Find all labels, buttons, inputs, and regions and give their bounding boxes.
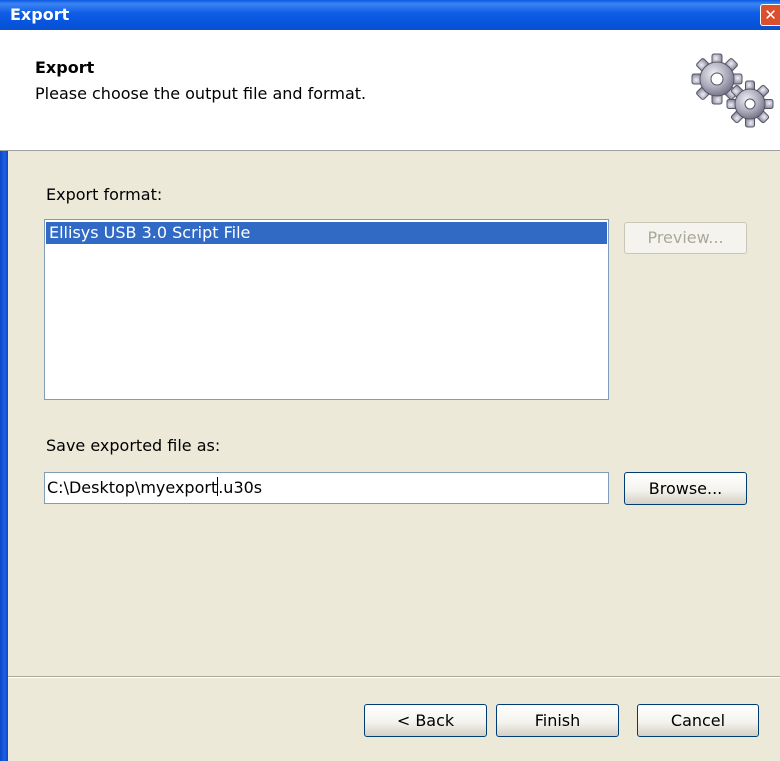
- close-icon: ✕: [764, 6, 777, 24]
- export-format-list[interactable]: Ellisys USB 3.0 Script File: [44, 219, 609, 400]
- browse-button[interactable]: Browse...: [624, 472, 747, 505]
- path-text-before-caret: C:\Desktop\myexport: [47, 478, 218, 497]
- finish-button[interactable]: Finish: [496, 704, 619, 737]
- window-title: Export: [10, 5, 70, 24]
- save-as-label: Save exported file as:: [46, 436, 221, 455]
- path-text-after-caret: .u30s: [218, 478, 263, 497]
- footer-separator: [8, 676, 780, 678]
- cancel-button[interactable]: Cancel: [637, 704, 759, 737]
- title-bar[interactable]: Export ✕: [0, 0, 780, 30]
- export-format-label: Export format:: [46, 185, 163, 204]
- preview-button[interactable]: Preview...: [624, 222, 747, 254]
- export-path-input[interactable]: C:\Desktop\myexport.u30s: [44, 472, 609, 504]
- export-dialog: Export ✕ Export Please choose the output…: [0, 0, 780, 761]
- header-title: Export: [35, 58, 95, 77]
- close-button[interactable]: ✕: [760, 4, 780, 26]
- wizard-header: Export Please choose the output file and…: [0, 30, 780, 151]
- back-button[interactable]: < Back: [364, 704, 487, 737]
- gears-icon: [691, 53, 774, 128]
- header-subtitle: Please choose the output file and format…: [35, 84, 367, 103]
- format-list-item-selected[interactable]: Ellisys USB 3.0 Script File: [46, 222, 607, 244]
